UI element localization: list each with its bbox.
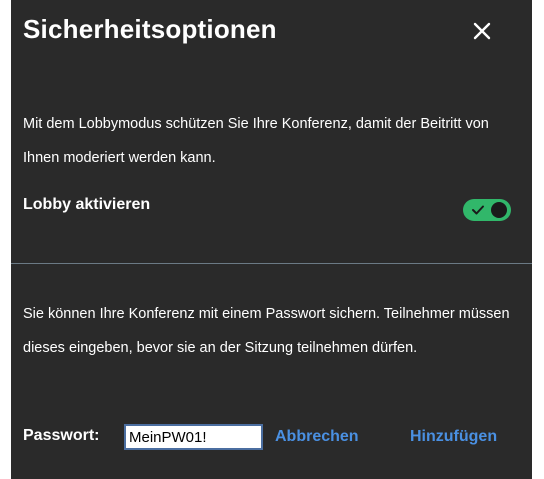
password-input[interactable] bbox=[124, 424, 263, 450]
lobby-description: Mit dem Lobbymodus schützen Sie Ihre Kon… bbox=[23, 116, 489, 166]
password-label: Passwort: bbox=[23, 427, 100, 444]
security-options-dialog: Sicherheitsoptionen Mit dem Lobbymodus s… bbox=[11, 0, 532, 479]
cancel-button[interactable]: Abbrechen bbox=[275, 428, 359, 446]
lobby-toggle[interactable] bbox=[463, 199, 511, 221]
check-icon bbox=[472, 205, 484, 215]
toggle-knob bbox=[491, 202, 507, 218]
password-description: Sie können Ihre Konferenz mit einem Pass… bbox=[23, 306, 510, 356]
dialog-title: Sicherheitsoptionen bbox=[23, 14, 277, 44]
section-divider bbox=[11, 263, 532, 264]
lobby-toggle-label: Lobby aktivieren bbox=[23, 196, 151, 213]
close-icon bbox=[473, 22, 491, 40]
add-password-button[interactable]: Hinzufügen bbox=[410, 428, 497, 446]
close-button[interactable] bbox=[465, 14, 499, 48]
